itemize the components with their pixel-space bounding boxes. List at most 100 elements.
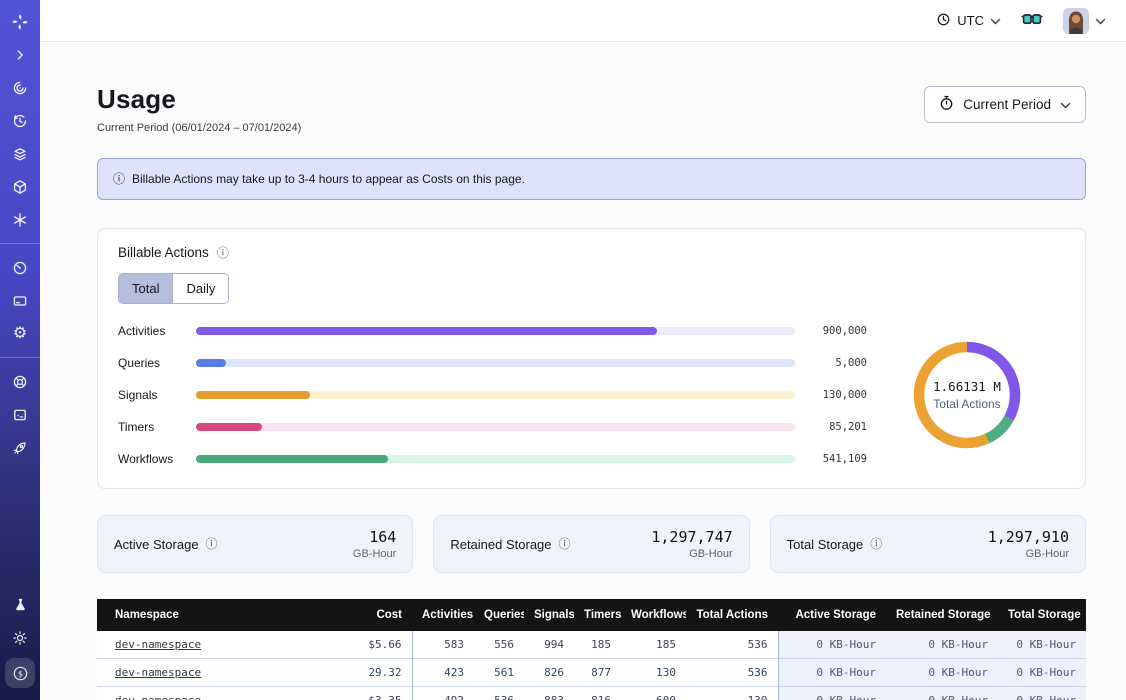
bar-label: Queries <box>118 356 182 370</box>
bar-fill <box>196 391 310 399</box>
sidebar-divider <box>0 243 40 244</box>
bar-value: 5,000 <box>809 357 867 369</box>
sidebar: ⚙ $ <box>0 0 40 700</box>
cell-signals: 883 <box>524 687 574 700</box>
timezone-selector[interactable]: UTC <box>936 12 1001 30</box>
bar-track <box>196 391 795 399</box>
avatar <box>1063 8 1089 34</box>
storage-card-value: 164 <box>353 528 396 546</box>
cell-queries: 536 <box>474 687 524 700</box>
action-bar-row: Activities 900,000 <box>118 324 867 338</box>
billing-icon[interactable] <box>7 288 33 313</box>
billable-actions-chart: Activities 900,000 Queries 5,000 Signals… <box>118 324 1065 466</box>
action-bar-row: Queries 5,000 <box>118 356 867 370</box>
schedules-icon[interactable] <box>7 108 33 133</box>
bar-fill <box>196 359 226 367</box>
bar-label: Timers <box>118 420 182 434</box>
tab-total[interactable]: Total <box>119 274 173 303</box>
bar-label: Workflows <box>118 452 182 466</box>
period-selector-button[interactable]: Current Period <box>924 86 1086 123</box>
docs-icon[interactable] <box>7 402 33 427</box>
billable-actions-title: Billable Actions <box>118 245 209 260</box>
info-icon[interactable]: ⓘ <box>870 538 882 550</box>
table-row: dev-namespace29.324235618268771305360 KB… <box>97 659 1086 687</box>
nexus-icon[interactable] <box>7 207 33 232</box>
theme-icon[interactable] <box>7 625 33 650</box>
temporal-logo-icon[interactable] <box>7 9 33 34</box>
cell-timers: 877 <box>574 659 621 687</box>
actions-bar-chart: Activities 900,000 Queries 5,000 Signals… <box>118 324 883 466</box>
topbar: UTC <box>40 0 1126 42</box>
cell-total-storage: 0 KB-Hour <box>998 687 1086 700</box>
bar-value: 130,000 <box>809 389 867 401</box>
cell-timers: 816 <box>574 687 621 700</box>
chevron-down-icon <box>1060 97 1071 112</box>
billable-actions-card: Billable Actions ⓘ TotalDaily Activities… <box>97 228 1086 489</box>
bar-fill <box>196 455 388 463</box>
settings-icon[interactable]: ⚙ <box>7 321 33 346</box>
usage-icon[interactable] <box>7 255 33 280</box>
col-header-total-actions: Total Actions <box>686 599 778 631</box>
clock-icon <box>936 12 951 30</box>
table-header-row: NamespaceCostActivitiesQueriesSignalsTim… <box>97 599 1086 631</box>
namespace-cell: dev-namespace <box>97 631 307 659</box>
period-selector-label: Current Period <box>963 97 1051 112</box>
support-icon[interactable] <box>7 369 33 394</box>
col-header-timers: Timers <box>574 599 621 631</box>
tab-daily[interactable]: Daily <box>173 274 228 303</box>
deployments-icon[interactable] <box>7 174 33 199</box>
table-row: dev-namespace$5.665835569941851855360 KB… <box>97 631 1086 659</box>
stopwatch-icon <box>939 95 954 114</box>
namespace-cell: dev-namespace <box>97 687 307 700</box>
cell-signals: 994 <box>524 631 574 659</box>
col-header-workflows: Workflows <box>621 599 686 631</box>
storage-card: Retained Storage ⓘ 1,297,747 GB-Hour <box>433 515 749 573</box>
namespace-link[interactable]: dev-namespace <box>115 638 201 651</box>
table-row: dev-namespace$3.354925368838166001300 KB… <box>97 687 1086 700</box>
storage-card-unit: GB-Hour <box>353 548 396 560</box>
cell-workflows: 185 <box>621 631 686 659</box>
cell-cost: $5.66 <box>307 631 412 659</box>
usage-page: Usage Current Period (06/01/2024 – 07/01… <box>40 42 1126 700</box>
bar-track <box>196 327 795 335</box>
glasses-theme-icon[interactable] <box>1021 14 1043 27</box>
donut-total-label: Total Actions <box>933 397 1001 411</box>
getting-started-icon[interactable] <box>7 435 33 460</box>
storage-summary-row: Active Storage ⓘ 164 GB-Hour Retained St… <box>97 515 1086 573</box>
col-header-active-storage: Active Storage <box>778 599 886 631</box>
storage-card-value: 1,297,747 <box>651 528 732 546</box>
user-menu[interactable] <box>1063 8 1106 34</box>
cell-active-storage: 0 KB-Hour <box>778 687 886 700</box>
pricing-icon[interactable]: $ <box>5 658 35 688</box>
info-icon[interactable]: ⓘ <box>206 538 218 550</box>
cell-retained-storage: 0 KB-Hour <box>886 631 998 659</box>
bar-value: 85,201 <box>809 421 867 433</box>
info-icon[interactable]: ⓘ <box>217 247 229 259</box>
page-header: Usage Current Period (06/01/2024 – 07/01… <box>97 84 1086 134</box>
timezone-label: UTC <box>957 13 984 28</box>
cell-activities: 423 <box>412 659 474 687</box>
storage-card: Active Storage ⓘ 164 GB-Hour <box>97 515 413 573</box>
layers-icon[interactable] <box>7 141 33 166</box>
namespace-link[interactable]: dev-namespace <box>115 694 201 700</box>
labs-icon[interactable] <box>7 592 33 617</box>
action-bar-row: Timers 85,201 <box>118 420 867 434</box>
cell-workflows: 130 <box>621 659 686 687</box>
bar-track <box>196 423 795 431</box>
storage-card-label: Total Storage <box>787 537 864 552</box>
bar-fill <box>196 423 262 431</box>
action-bar-row: Workflows 541,109 <box>118 452 867 466</box>
cell-queries: 556 <box>474 631 524 659</box>
col-header-queries: Queries <box>474 599 524 631</box>
cell-retained-storage: 0 KB-Hour <box>886 659 998 687</box>
bar-track <box>196 359 795 367</box>
col-header-signals: Signals <box>524 599 574 631</box>
info-icon[interactable]: ⓘ <box>559 538 571 550</box>
total-actions-donut: 1.66131 M Total Actions <box>891 333 1043 457</box>
cell-activities: 492 <box>412 687 474 700</box>
namespaces-icon[interactable] <box>7 75 33 100</box>
storage-card-unit: GB-Hour <box>988 548 1069 560</box>
namespace-cell: dev-namespace <box>97 659 307 687</box>
expand-icon[interactable] <box>7 42 33 67</box>
namespace-link[interactable]: dev-namespace <box>115 666 201 679</box>
